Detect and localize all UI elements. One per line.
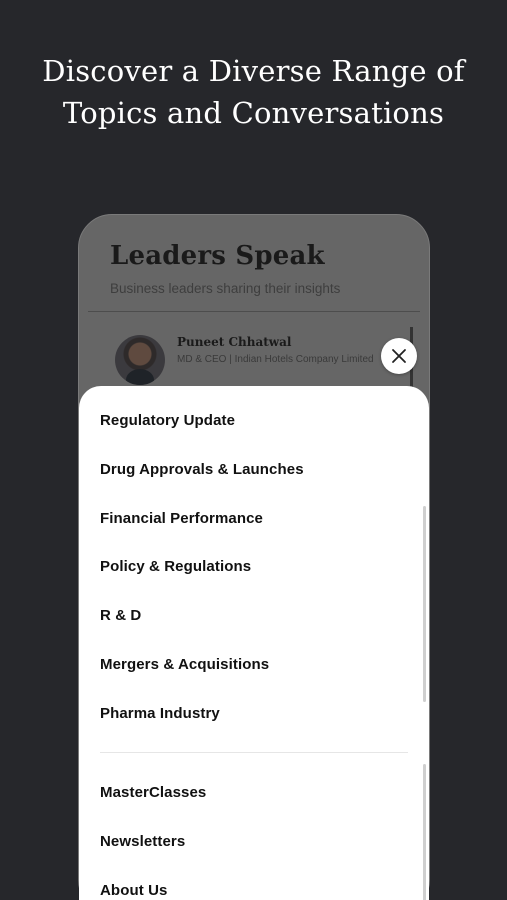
menu-item-financial-performance[interactable]: Financial Performance [100,510,263,527]
menu-item-mergers-acquisitions[interactable]: Mergers & Acquisitions [100,656,269,673]
close-button[interactable] [381,338,417,374]
menu-item-newsletters[interactable]: Newsletters [100,833,185,850]
leader-name: Puneet Chhatwal [177,335,292,349]
menu-item-drug-approvals[interactable]: Drug Approvals & Launches [100,461,304,478]
menu-item-r-and-d[interactable]: R & D [100,607,141,624]
avatar [115,335,165,385]
leader-role: MD & CEO | Indian Hotels Company Limited [177,354,374,365]
menu-item-policy-regulations[interactable]: Policy & Regulations [100,558,251,575]
topics-scrollbar[interactable] [423,506,426,702]
links-scrollbar[interactable] [423,764,426,900]
section-subtitle: Business leaders sharing their insights [110,281,341,296]
menu-item-about-us[interactable]: About Us [100,882,167,899]
divider [88,311,420,312]
promo-headline: Discover a Diverse Range of Topics and C… [0,50,507,134]
close-icon [392,349,406,363]
headline-line-2: Topics and Conversations [62,96,445,130]
menu-item-regulatory-update[interactable]: Regulatory Update [100,412,235,429]
menu-divider [100,752,408,753]
menu-item-pharma-industry[interactable]: Pharma Industry [100,705,220,722]
section-title: Leaders Speak [110,241,325,271]
leader-card[interactable]: Puneet Chhatwal MD & CEO | Indian Hotels… [115,333,415,389]
menu-bottom-sheet: Regulatory Update Drug Approvals & Launc… [79,386,429,900]
headline-line-1: Discover a Diverse Range of [42,54,465,88]
menu-item-masterclasses[interactable]: MasterClasses [100,784,206,801]
